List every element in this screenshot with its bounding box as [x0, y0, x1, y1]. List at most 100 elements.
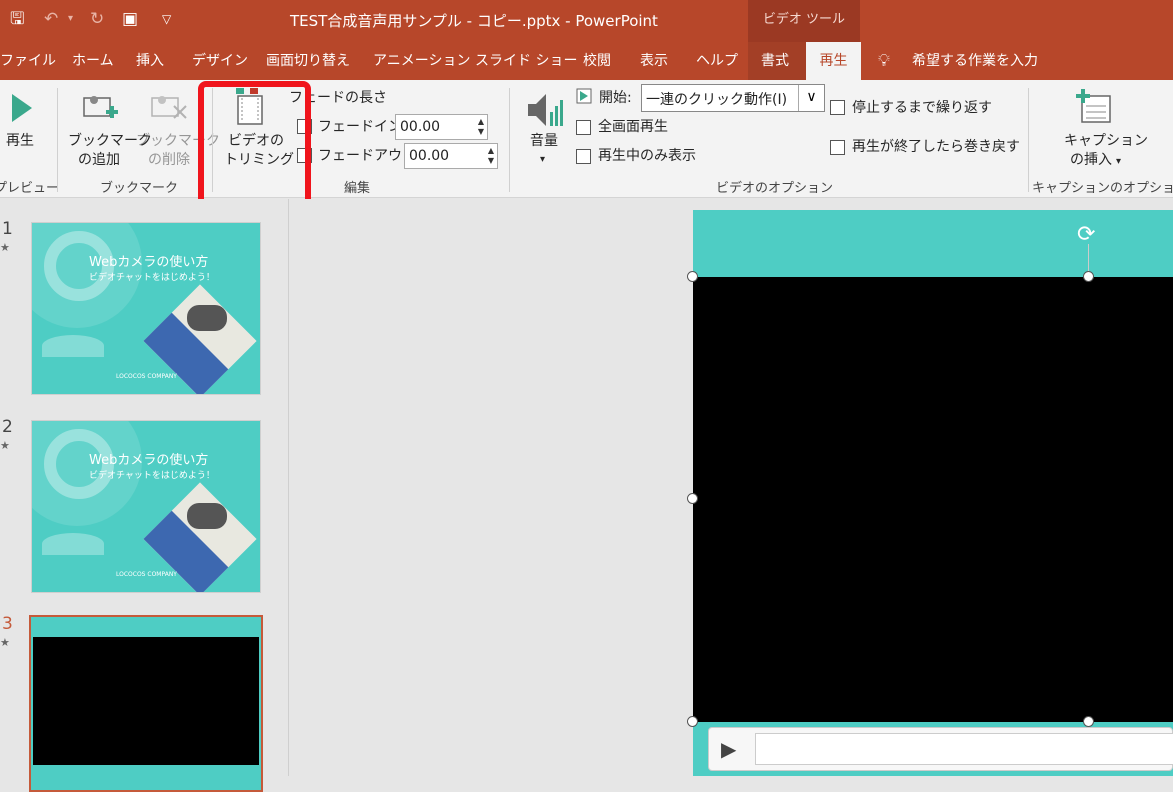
slide-thumbnail[interactable]: Webカメラの使い方 ビデオチャットをはじめよう！ LOCOCOS COMPAN…	[31, 222, 261, 395]
ribbon: 再生 プレビュー ブックマーク の追加 ブックマーク の削除 ブックマーク ビデ…	[0, 80, 1173, 198]
speaker-icon	[528, 94, 563, 126]
hide-while-not-playing-label: 再生中のみ表示	[598, 148, 696, 164]
fade-out-value: 00.00	[409, 148, 450, 164]
start-select[interactable]: 一連のクリック動作(I) ∨	[641, 84, 825, 112]
webcam-stand	[42, 335, 104, 357]
lightbulb-icon: 💡︎	[878, 51, 890, 71]
video-tools-context-header: ビデオ ツール	[748, 0, 860, 42]
resize-handle[interactable]	[1083, 716, 1094, 727]
webcam-photo	[187, 305, 227, 331]
chevron-down-icon: ▾	[1116, 156, 1122, 167]
ribbon-tabs: ファイル ホーム 挿入 デザイン 画面切り替え アニメーション スライド ショー…	[0, 42, 1173, 80]
tab-review[interactable]: 校閲	[583, 42, 611, 80]
tab-insert[interactable]: 挿入	[136, 42, 164, 80]
customize-qat-icon[interactable]: ▽	[162, 8, 171, 30]
start-icon	[576, 88, 592, 104]
hide-while-not-playing-checkbox[interactable]	[576, 149, 591, 164]
tab-slideshow[interactable]: スライド ショー	[475, 42, 577, 80]
slide-title: Webカメラの使い方	[89, 255, 209, 270]
rewind-checkbox[interactable]	[830, 140, 845, 155]
tab-help[interactable]: ヘルプ	[696, 42, 738, 80]
window-title: TEST合成音声用サンプル - コピー.pptx - PowerPoint	[290, 12, 658, 30]
highlight-annotation	[198, 81, 311, 208]
resize-handle[interactable]	[1083, 271, 1094, 282]
webcam-photo	[187, 503, 227, 529]
remove-bookmark-button[interactable]: ブックマーク の削除	[134, 88, 220, 172]
rotate-handle-icon[interactable]: ⟳	[1077, 222, 1095, 247]
resize-handle[interactable]	[687, 716, 698, 727]
remove-bookmark-icon	[151, 96, 187, 119]
save-icon[interactable]: 🖫	[10, 8, 24, 30]
tab-file[interactable]: ファイル	[0, 42, 56, 80]
separator	[509, 88, 510, 192]
slide-number: 1	[2, 219, 13, 239]
chevron-down-icon[interactable]: ∨	[798, 85, 824, 111]
separator	[1028, 88, 1029, 192]
slide-subtitle: ビデオチャットをはじめよう！	[89, 471, 215, 481]
slide-company: LOCOCOS COMPANY	[116, 373, 177, 380]
spin-down-icon[interactable]: ▼	[488, 157, 494, 165]
start-label: 開始:	[599, 90, 632, 106]
fade-in-label: フェードイン:	[318, 119, 407, 135]
add-bookmark-label-2: の追加	[78, 152, 120, 168]
tab-view[interactable]: 表示	[640, 42, 668, 80]
volume-button[interactable]: 音量 ▾	[520, 88, 570, 172]
loop-checkbox[interactable]	[830, 100, 845, 115]
redo-icon[interactable]: ↻	[90, 8, 104, 30]
group-video-options-label: ビデオのオプション	[716, 181, 834, 196]
resize-handle[interactable]	[687, 271, 698, 282]
webcam-stand	[42, 533, 104, 555]
video-object[interactable]	[693, 277, 1173, 722]
present-from-start-icon[interactable]: ▣	[122, 8, 138, 30]
media-controls: ▶	[708, 727, 1173, 771]
slide-company: LOCOCOS COMPANY	[116, 571, 177, 578]
slide-title: Webカメラの使い方	[89, 453, 209, 468]
tab-format[interactable]: 書式	[761, 42, 789, 80]
slide-thumbnail[interactable]: Webカメラの使い方 ビデオチャットをはじめよう！ LOCOCOS COMPAN…	[31, 420, 261, 593]
chevron-down-icon: ▾	[540, 154, 546, 165]
tab-playback[interactable]: 再生	[806, 42, 861, 80]
add-bookmark-button[interactable]: ブックマーク の追加	[64, 88, 152, 172]
slide-thumbnail-pane: 1 ★ Webカメラの使い方 ビデオチャットをはじめよう！ LOCOCOS CO…	[0, 199, 289, 792]
remove-bookmark-label-2: の削除	[148, 152, 190, 168]
group-preview-label: プレビュー	[0, 181, 60, 196]
insert-captions-label-2: の挿入	[1070, 152, 1112, 168]
undo-dropdown-icon[interactable]: ▾	[68, 8, 73, 30]
insert-captions-button[interactable]: キャプション の挿入 ▾	[1060, 86, 1148, 172]
tab-home[interactable]: ホーム	[72, 42, 114, 80]
fade-out-input[interactable]: 00.00 ▲ ▼	[404, 143, 498, 169]
loop-label: 停止するまで繰り返す	[852, 100, 992, 116]
separator	[57, 88, 58, 192]
tab-transitions[interactable]: 画面切り替え	[266, 42, 350, 80]
spin-down-icon[interactable]: ▼	[478, 128, 484, 136]
add-bookmark-icon	[83, 96, 118, 118]
slide-number: 2	[2, 417, 13, 437]
undo-icon[interactable]: ↶	[44, 8, 58, 30]
group-edit-label: 編集	[344, 181, 371, 196]
animation-star-icon: ★	[0, 241, 10, 254]
group-captions-label: キャプションのオプション	[1032, 181, 1173, 196]
play-button[interactable]: 再生	[0, 88, 46, 160]
spin-up-icon[interactable]: ▲	[488, 147, 494, 155]
play-label: 再生	[6, 133, 34, 149]
fullscreen-label: 全画面再生	[598, 119, 668, 135]
start-select-value: 一連のクリック動作(I)	[646, 92, 788, 108]
rewind-label: 再生が終了したら巻き戻す	[852, 139, 1020, 155]
play-icon[interactable]: ▶	[721, 737, 736, 761]
fade-in-input[interactable]: 00.00 ▲ ▼	[395, 114, 488, 140]
slide-thumbnail-selected[interactable]	[29, 615, 263, 792]
resize-handle[interactable]	[687, 493, 698, 504]
play-icon	[12, 94, 32, 122]
spin-up-icon[interactable]: ▲	[478, 118, 484, 126]
progress-bar[interactable]	[755, 733, 1173, 765]
tab-animations[interactable]: アニメーション	[373, 42, 470, 80]
slide-number: 3	[2, 614, 13, 634]
title-bar: 🖫 ↶ ▾ ↻ ▣ ▽ TEST合成音声用サンプル - コピー.pptx - P…	[0, 0, 1173, 42]
fullscreen-checkbox[interactable]	[576, 120, 591, 135]
volume-label: 音量	[530, 133, 558, 149]
insert-captions-label-1: キャプション	[1064, 133, 1148, 149]
insert-captions-icon	[1076, 89, 1111, 123]
animation-star-icon: ★	[0, 636, 10, 649]
tab-design[interactable]: デザイン	[192, 42, 248, 80]
tell-me-search[interactable]: 希望する作業を入力	[912, 42, 1038, 80]
